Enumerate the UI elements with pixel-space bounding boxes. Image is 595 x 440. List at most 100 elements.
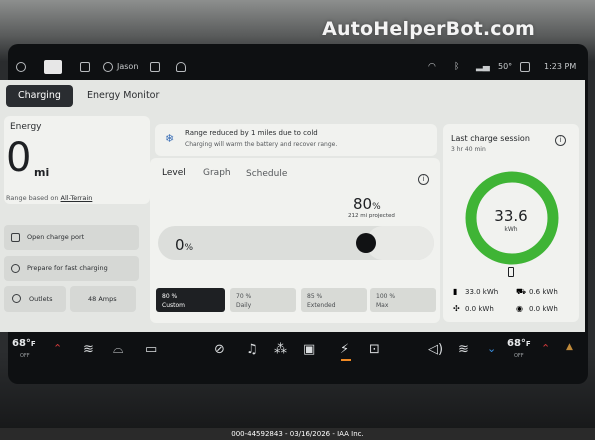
right-temp-down-icon[interactable]: ⌄ [487,342,496,355]
clock: 1:23 PM [544,62,577,71]
more-apps-icon[interactable]: ⊡ [369,342,380,357]
right-temp-unit: F [525,340,531,348]
charging-icon[interactable]: ⚡ [340,342,349,357]
preset-daily-label: Daily [236,302,252,309]
drive-icon: ◉ [516,304,523,313]
notice-title: Range reduced by 1 miles due to cold [185,129,318,137]
last-charge-session-card: Last charge session 3 hr 40 min i 33.6 k… [443,124,579,322]
preset-max[interactable]: 100 % Max [370,288,436,312]
watermark: AutoHelperBot.com [322,18,535,40]
main-screen: Charging Energy Monitor Energy 0 mi Rang… [0,80,585,332]
tab-schedule[interactable]: Schedule [246,169,287,179]
charge-level-slider[interactable]: 0% [158,226,434,260]
stat-drive-value: 0.0 kWh [529,305,558,313]
preset-max-label: Max [376,302,389,309]
prepare-fast-charging-button[interactable]: Prepare for fast charging [4,256,139,281]
garage-icon[interactable] [150,62,160,72]
current-percent: 0% [175,236,193,254]
outlets-label: Outlets [29,295,53,303]
current-percent-value: 0 [175,236,185,254]
slider-thumb[interactable] [355,233,376,253]
bottom-bar: 68°F OFF ⌃ ≋ ⌓ ▭ ⊘ ♫ ⁂ ▣ ⚡ ⊡ ◁) ≋ ⌄ 68°F… [0,332,595,372]
profile-icon[interactable] [103,62,113,72]
preset-custom-value: 80 % [162,293,178,300]
target-percent-sign: % [372,202,381,212]
lock-icon[interactable] [520,62,530,72]
camera-icon[interactable] [44,60,62,74]
session-info-icon[interactable]: i [555,135,566,146]
amps-label: 48 Amps [88,295,117,303]
right-temp-state: OFF [514,353,524,359]
drive-mode-icon[interactable]: ⁂ [274,342,287,357]
stat-battery-value: 33.0 kWh [465,288,499,296]
left-temp-unit: F [30,340,36,348]
energy-card: Energy 0 mi Range based on All-Terrain [4,116,150,204]
energy-unit: mi [34,166,50,179]
preset-daily[interactable]: 70 % Daily [230,288,296,312]
preset-custom-label: Custom [162,302,185,309]
session-title: Last charge session [451,134,530,143]
charging-active-indicator [341,359,351,361]
right-temp-value: 68° [507,338,526,349]
preset-max-value: 100 % [376,293,396,300]
right-temp-up-icon[interactable]: ⌃ [541,342,550,355]
projected-range: 212 mi projected [348,213,395,219]
defrost-front-icon[interactable]: ⌓ [113,342,123,357]
fan-icon: ✣ [453,304,460,313]
navigation-icon[interactable]: ⊘ [214,342,225,357]
left-temp-up-icon[interactable]: ⌃ [53,342,62,355]
seat-heat-left-icon[interactable]: ≋ [83,342,94,357]
stat-car-value: 0.6 kWh [529,288,558,296]
car-icon[interactable] [80,62,90,72]
open-charge-port-label: Open charge port [27,233,85,241]
left-temp[interactable]: 68°F [12,338,36,349]
bluetooth-icon: ᛒ [454,62,460,72]
session-total-unit: kWh [504,226,518,233]
range-based-on-label: Range based on [6,194,59,202]
left-temp-state: OFF [20,353,30,359]
profile-name[interactable]: Jason [117,62,138,71]
preset-custom[interactable]: 80 % Custom [156,288,225,312]
charging-battery-icon [508,267,514,277]
target-percent-value: 80 [353,195,373,213]
outside-temperature: 50° [498,62,513,71]
charge-port-icon [11,233,20,242]
current-percent-sign: % [184,243,194,253]
phone-icon[interactable] [16,62,26,72]
stat-fan-value: 0.0 kWh [465,305,494,313]
prepare-fast-charging-label: Prepare for fast charging [27,264,108,272]
right-temp[interactable]: 68°F [507,338,531,349]
signal-icon: ▂▄ [476,62,490,72]
bell-icon[interactable] [176,62,186,72]
tab-level[interactable]: Level [162,168,186,178]
preset-extended-value: 85 % [307,293,323,300]
info-icon[interactable]: i [418,174,429,185]
camera-view-icon[interactable]: ▣ [303,342,315,357]
hazard-icon[interactable]: ▲ [566,342,573,352]
volume-icon[interactable]: ◁) [428,342,443,357]
open-charge-port-button[interactable]: Open charge port [4,225,139,250]
battery-icon: ▮ [453,287,458,296]
outlets-button[interactable]: Outlets [4,286,66,312]
wifi-icon: ◠ [428,62,436,72]
fast-charge-icon [11,264,20,273]
footer-caption: 000-44592843 - 03/16/2026 - IAA Inc. [0,428,595,440]
preset-daily-value: 70 % [236,293,252,300]
preset-extended[interactable]: 85 % Extended [301,288,367,312]
defrost-rear-icon[interactable]: ▭ [145,342,157,357]
cold-range-notice: ❄ Range reduced by 1 miles due to cold C… [155,124,437,156]
music-icon[interactable]: ♫ [246,342,258,357]
left-temp-value: 68° [12,338,31,349]
session-total: 33.6 [494,207,528,225]
target-percent: 80% [353,195,381,213]
range-mode-link[interactable]: All-Terrain [61,194,93,202]
snowflake-icon: ❄ [165,132,175,145]
preset-extended-label: Extended [307,302,336,309]
seat-heat-right-icon[interactable]: ≋ [458,342,469,357]
energy-title: Energy [10,122,42,132]
tab-energy-monitor[interactable]: Energy Monitor [75,85,171,107]
tab-charging[interactable]: Charging [6,85,73,107]
tab-graph[interactable]: Graph [203,168,231,178]
session-duration: 3 hr 40 min [451,146,486,153]
amps-button[interactable]: 48 Amps [70,286,136,312]
